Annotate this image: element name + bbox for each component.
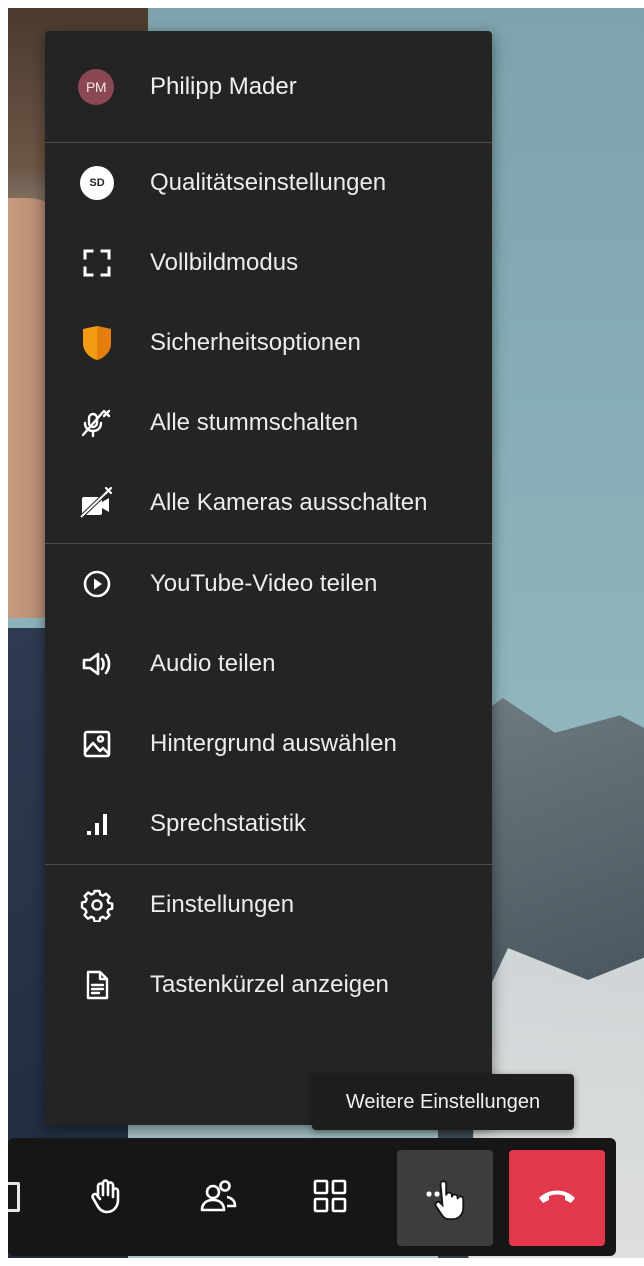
more-options-menu: PM Philipp Mader SD Qualitätseinstellung… [45,31,492,1125]
menu-item-label: Qualitätseinstellungen [150,169,387,196]
menu-profile-header[interactable]: PM Philipp Mader [45,31,492,143]
menu-item-cameras-off[interactable]: Alle Kameras ausschalten [45,463,492,543]
menu-section-3: Einstellungen Tastenkürzel anzeigen [45,865,492,1025]
menu-item-label: Einstellungen [150,891,295,918]
participants-icon [198,1176,238,1221]
menu-item-label: Sicherheitsoptionen [150,329,361,356]
menu-section-1: SD Qualitätseinstellungen Vollbildmodus … [45,143,492,544]
menu-item-settings[interactable]: Einstellungen [45,865,492,945]
menu-item-label: Alle Kameras ausschalten [150,489,428,516]
signal-bars-icon [77,804,117,844]
toolbar [8,1138,616,1256]
menu-section-2: YouTube-Video teilen Audio teilen Hinter… [45,544,492,865]
menu-item-select-background[interactable]: Hintergrund auswählen [45,704,492,784]
document-icon [77,965,117,1005]
hangup-button[interactable] [509,1150,605,1246]
menu-item-speaker-stats[interactable]: Sprechstatistik [45,784,492,864]
menu-item-security-options[interactable]: Sicherheitsoptionen [45,303,492,383]
camera-off-all-icon [77,483,117,523]
raise-hand-button[interactable] [58,1150,154,1246]
fullscreen-icon [77,243,117,283]
shield-icon [77,323,117,363]
menu-item-label: YouTube-Video teilen [150,570,378,597]
tooltip: Weitere Einstellungen [312,1074,574,1130]
gear-icon [77,885,117,925]
speaker-icon [77,644,117,684]
chat-icon[interactable] [8,1182,20,1212]
hangup-icon [535,1184,579,1213]
menu-item-label: Alle stummschalten [150,409,359,436]
menu-item-label: Tastenkürzel anzeigen [150,971,389,998]
more-options-icon [415,1166,475,1231]
mute-all-icon [77,403,117,443]
raise-hand-icon [86,1176,126,1221]
more-options-button[interactable] [397,1150,493,1246]
tile-view-button[interactable] [282,1150,378,1246]
menu-item-fullscreen[interactable]: Vollbildmodus [45,223,492,303]
menu-item-label: Hintergrund auswählen [150,730,397,757]
menu-item-share-audio[interactable]: Audio teilen [45,624,492,704]
play-circle-icon [77,564,117,604]
sd-badge: SD [80,166,114,200]
menu-item-shortcuts[interactable]: Tastenkürzel anzeigen [45,945,492,1025]
avatar: PM [78,68,114,105]
menu-item-label: Audio teilen [150,650,276,677]
image-icon [77,724,117,764]
menu-item-label: Vollbildmodus [150,249,299,276]
menu-item-quality-settings[interactable]: SD Qualitätseinstellungen [45,143,492,223]
menu-item-label: Sprechstatistik [150,810,307,837]
sd-badge-icon: SD [77,163,117,203]
participants-button[interactable] [170,1150,266,1246]
menu-item-share-youtube[interactable]: YouTube-Video teilen [45,544,492,624]
tile-view-icon [311,1177,349,1220]
profile-name: Philipp Mader [150,72,297,100]
menu-item-mute-all[interactable]: Alle stummschalten [45,383,492,463]
